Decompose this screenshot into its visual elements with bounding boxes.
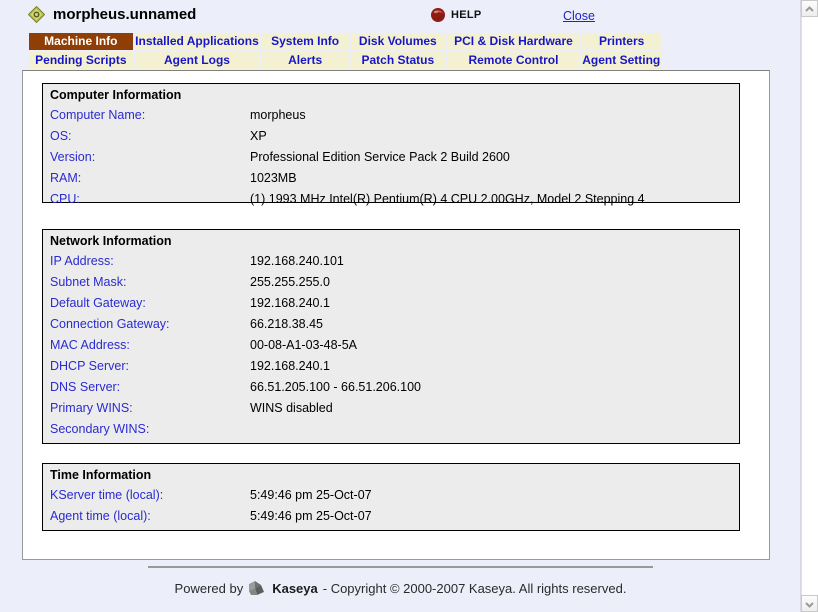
- diamond-nav-icon: [28, 6, 45, 23]
- row-ram: RAM: 1023MB: [43, 167, 739, 188]
- value-ram: 1023MB: [250, 171, 297, 185]
- tab-disk-volumes[interactable]: Disk Volumes: [351, 33, 445, 50]
- tab-installed-applications[interactable]: Installed Applications: [135, 33, 260, 50]
- value-subnet-mask: 255.255.255.0: [250, 275, 330, 289]
- value-primary-wins: WINS disabled: [250, 401, 333, 415]
- row-dns-server: DNS Server: 66.51.205.100 - 66.51.206.10…: [43, 376, 739, 397]
- tab-row-primary: Machine Info Installed Applications Syst…: [29, 33, 661, 50]
- copyright-text: - Copyright © 2000-2007 Kaseya. All righ…: [323, 581, 627, 596]
- value-cpu: (1) 1993 MHz Intel(R) Pentium(R) 4 CPU 2…: [250, 192, 645, 206]
- row-agent-time: Agent time (local): 5:49:46 pm 25-Oct-07: [43, 505, 739, 526]
- row-primary-wins: Primary WINS: WINS disabled: [43, 397, 739, 418]
- label-subnet-mask: Subnet Mask:: [50, 275, 250, 289]
- label-mac-address: MAC Address:: [50, 338, 250, 352]
- label-agent-time: Agent time (local):: [50, 509, 250, 523]
- value-kserver-time: 5:49:46 pm 25-Oct-07: [250, 488, 372, 502]
- tab-printers[interactable]: Printers: [582, 33, 661, 50]
- label-default-gateway: Default Gateway:: [50, 296, 250, 310]
- row-os: OS: XP: [43, 125, 739, 146]
- help-sphere-icon: [430, 7, 446, 23]
- value-dns-server: 66.51.205.100 - 66.51.206.100: [250, 380, 421, 394]
- footer-divider: [148, 566, 653, 568]
- network-information-title: Network Information: [43, 230, 739, 250]
- row-secondary-wins: Secondary WINS:: [43, 418, 739, 439]
- value-os: XP: [250, 129, 267, 143]
- scroll-up-button[interactable]: [801, 0, 818, 17]
- value-version: Professional Edition Service Pack 2 Buil…: [250, 150, 510, 164]
- row-dhcp-server: DHCP Server: 192.168.240.1: [43, 355, 739, 376]
- tab-pci-disk-hardware[interactable]: PCI & Disk Hardware: [447, 33, 581, 50]
- kaseya-logo-icon: [248, 580, 267, 596]
- row-default-gateway: Default Gateway: 192.168.240.1: [43, 292, 739, 313]
- row-ip-address: IP Address: 192.168.240.101: [43, 250, 739, 271]
- page-header: morpheus.unnamed HELP Close: [0, 0, 801, 30]
- label-primary-wins: Primary WINS:: [50, 401, 250, 415]
- chevron-down-icon: [805, 597, 814, 611]
- network-information-box: Network Information IP Address: 192.168.…: [42, 229, 740, 444]
- label-connection-gateway: Connection Gateway:: [50, 317, 250, 331]
- label-dns-server: DNS Server:: [50, 380, 250, 394]
- row-kserver-time: KServer time (local): 5:49:46 pm 25-Oct-…: [43, 484, 739, 505]
- page-title: morpheus.unnamed: [53, 6, 196, 23]
- label-os: OS:: [50, 129, 250, 143]
- label-cpu: CPU:: [50, 192, 250, 206]
- label-kserver-time: KServer time (local):: [50, 488, 250, 502]
- chevron-up-icon: [805, 2, 814, 16]
- label-version: Version:: [50, 150, 250, 164]
- label-dhcp-server: DHCP Server:: [50, 359, 250, 373]
- row-version: Version: Professional Edition Service Pa…: [43, 146, 739, 167]
- label-secondary-wins: Secondary WINS:: [50, 422, 250, 436]
- scrollbar-track[interactable]: [801, 17, 818, 595]
- value-dhcp-server: 192.168.240.1: [250, 359, 330, 373]
- help-label: HELP: [451, 9, 482, 21]
- value-connection-gateway: 66.218.38.45: [250, 317, 323, 331]
- value-computer-name: morpheus: [250, 108, 306, 122]
- value-ip-address: 192.168.240.101: [250, 254, 344, 268]
- vertical-scrollbar[interactable]: [800, 0, 818, 612]
- tab-row-secondary: Pending Scripts Agent Logs Alerts Patch …: [29, 52, 661, 69]
- computer-information-box: Computer Information Computer Name: morp…: [42, 83, 740, 203]
- tab-pending-scripts[interactable]: Pending Scripts: [29, 52, 133, 69]
- value-agent-time: 5:49:46 pm 25-Oct-07: [250, 509, 372, 523]
- close-link[interactable]: Close: [563, 9, 595, 23]
- tab-agent-logs[interactable]: Agent Logs: [135, 52, 260, 69]
- time-information-box: Time Information KServer time (local): 5…: [42, 463, 740, 531]
- page-scroll-region: morpheus.unnamed HELP Close Machine Info…: [0, 0, 801, 612]
- kaseya-brand-label: Kaseya: [272, 581, 318, 596]
- tab-remote-control[interactable]: Remote Control: [447, 52, 581, 69]
- value-mac-address: 00-08-A1-03-48-5A: [250, 338, 357, 352]
- row-connection-gateway: Connection Gateway: 66.218.38.45: [43, 313, 739, 334]
- powered-by-label: Powered by: [175, 581, 244, 596]
- label-ram: RAM:: [50, 171, 250, 185]
- scroll-down-button[interactable]: [801, 595, 818, 612]
- row-cpu: CPU: (1) 1993 MHz Intel(R) Pentium(R) 4 …: [43, 188, 739, 209]
- tab-alerts[interactable]: Alerts: [261, 52, 349, 69]
- page-footer: Powered by Kaseya - Copyright © 2000-200…: [0, 566, 801, 596]
- content-panel: Computer Information Computer Name: morp…: [22, 70, 770, 560]
- value-default-gateway: 192.168.240.1: [250, 296, 330, 310]
- tab-bar: Machine Info Installed Applications Syst…: [29, 33, 661, 71]
- label-ip-address: IP Address:: [50, 254, 250, 268]
- tab-machine-info[interactable]: Machine Info: [29, 33, 133, 50]
- row-subnet-mask: Subnet Mask: 255.255.255.0: [43, 271, 739, 292]
- tab-system-info[interactable]: System Info: [261, 33, 349, 50]
- tab-agent-settings[interactable]: Agent Settings: [582, 52, 661, 69]
- footer-copyright: Powered by Kaseya - Copyright © 2000-200…: [175, 580, 627, 596]
- time-information-title: Time Information: [43, 464, 739, 484]
- row-computer-name: Computer Name: morpheus: [43, 104, 739, 125]
- help-link[interactable]: HELP: [430, 7, 482, 23]
- tab-patch-status[interactable]: Patch Status: [351, 52, 445, 69]
- label-computer-name: Computer Name:: [50, 108, 250, 122]
- computer-information-title: Computer Information: [43, 84, 739, 104]
- title-block: morpheus.unnamed: [28, 6, 196, 23]
- row-mac-address: MAC Address: 00-08-A1-03-48-5A: [43, 334, 739, 355]
